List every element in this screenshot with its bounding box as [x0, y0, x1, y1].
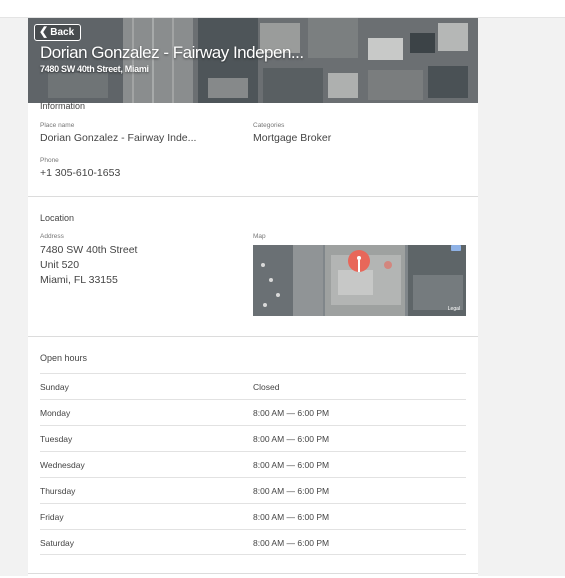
hours-day: Thursday: [40, 486, 76, 496]
location-section-title: Location: [40, 213, 75, 223]
section-divider: [28, 336, 478, 337]
phone-value[interactable]: +1 305-610-1653: [40, 167, 120, 179]
hours-day: Tuesday: [40, 434, 73, 444]
open-hours-section-title: Open hours: [40, 353, 88, 363]
header-satellite-image: ❮ Back Dorian Gonzalez - Fairway Indepen…: [28, 18, 478, 103]
hours-time: Closed: [253, 382, 280, 392]
phone-label: Phone: [40, 157, 59, 164]
hours-day: Friday: [40, 512, 64, 522]
hours-time: 8:00 AM — 6:00 PM: [253, 460, 330, 470]
hours-day: Saturday: [40, 538, 75, 548]
map-legal-link[interactable]: Legal: [448, 306, 460, 312]
address-line-2: Unit 520: [40, 259, 80, 271]
map-pin-icon: [348, 250, 370, 272]
section-divider: [28, 573, 478, 574]
back-button[interactable]: ❮ Back: [34, 24, 82, 41]
place-name-label: Place name: [40, 122, 75, 129]
categories-label: Categories: [253, 122, 285, 129]
place-detail-card: ❮ Back Dorian Gonzalez - Fairway Indepen…: [28, 18, 478, 578]
hours-row: Sunday Closed: [40, 373, 466, 399]
hours-day: Sunday: [40, 382, 69, 392]
browser-top-bar: [0, 0, 565, 18]
chevron-left-icon: ❮: [39, 26, 49, 38]
back-button-label: Back: [50, 27, 75, 38]
map-label: Map: [253, 233, 266, 240]
hours-row: Monday 8:00 AM — 6:00 PM: [40, 399, 466, 425]
hours-row: Saturday 8:00 AM — 6:00 PM: [40, 529, 466, 555]
address-label: Address: [40, 233, 64, 240]
hours-row: Friday 8:00 AM — 6:00 PM: [40, 503, 466, 529]
hours-day: Monday: [40, 408, 71, 418]
address-line-3: Miami, FL 33155: [40, 274, 118, 286]
place-title: Dorian Gonzalez - Fairway Indepen...: [40, 43, 304, 62]
hours-time: 8:00 AM — 6:00 PM: [253, 408, 330, 418]
place-name-value: Dorian Gonzalez - Fairway Inde...: [40, 132, 197, 144]
information-section-title: Information: [40, 101, 86, 111]
hours-time: 8:00 AM — 6:00 PM: [253, 486, 330, 496]
location-map[interactable]: Legal: [253, 245, 466, 316]
place-subtitle-address: 7480 SW 40th Street, Miami: [40, 64, 149, 74]
hours-time: 8:00 AM — 6:00 PM: [253, 538, 330, 548]
hours-time: 8:00 AM — 6:00 PM: [253, 512, 330, 522]
open-hours-table: Sunday Closed Monday 8:00 AM — 6:00 PM Tue…: [40, 373, 466, 555]
address-line-1: 7480 SW 40th Street: [40, 244, 138, 256]
hours-day: Wednesday: [40, 460, 85, 470]
hours-time: 8:00 AM — 6:00 PM: [253, 434, 330, 444]
section-divider: [28, 196, 478, 197]
hours-row: Tuesday 8:00 AM — 6:00 PM: [40, 425, 466, 451]
hours-row: Thursday 8:00 AM — 6:00 PM: [40, 477, 466, 503]
hours-row: Wednesday 8:00 AM — 6:00 PM: [40, 451, 466, 477]
categories-value: Mortgage Broker: [253, 132, 332, 144]
